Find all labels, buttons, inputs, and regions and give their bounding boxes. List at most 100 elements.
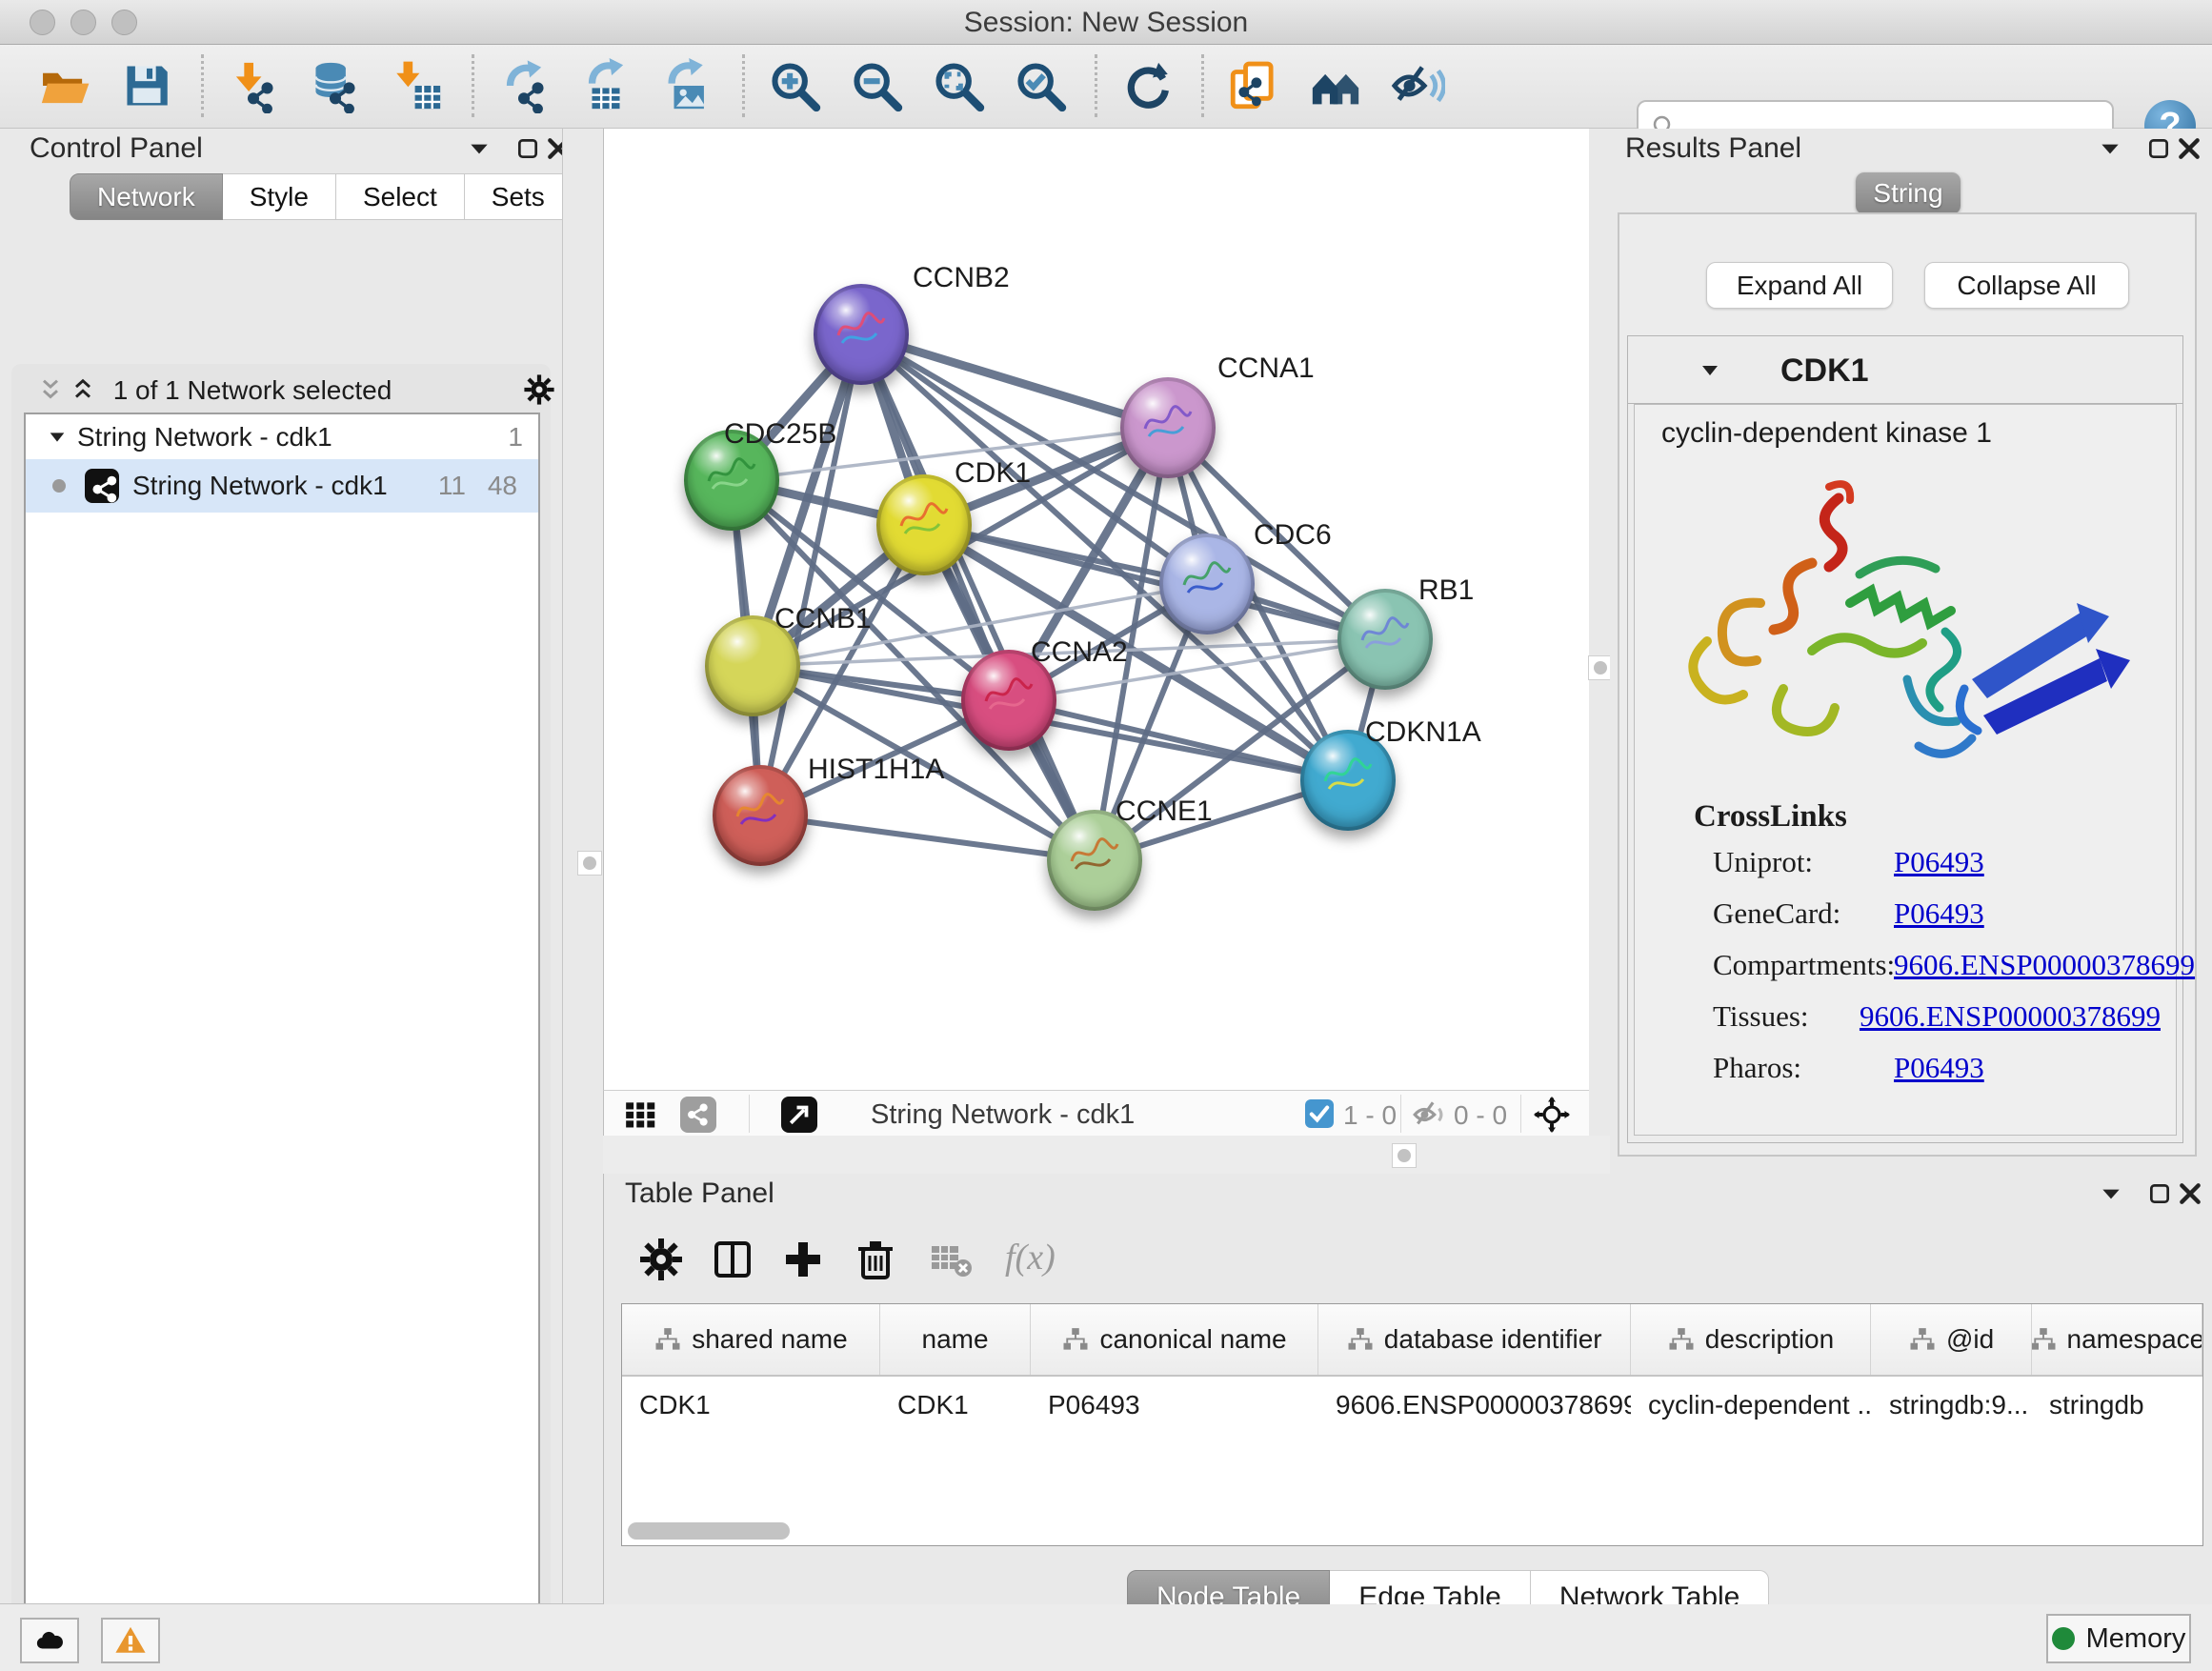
table-panel-close-icon[interactable] xyxy=(2178,1181,2202,1211)
crosslink-link[interactable]: P06493 xyxy=(1894,845,1984,879)
preview-sphere-icon[interactable] xyxy=(1472,58,1527,113)
export-network-icon[interactable] xyxy=(496,58,552,113)
cell-name[interactable]: CDK1 xyxy=(880,1377,1031,1434)
zoom-out-icon[interactable] xyxy=(849,58,904,113)
edge-CCNB2-HIST1H1A[interactable] xyxy=(760,334,861,815)
column-header-description[interactable]: description xyxy=(1631,1304,1872,1375)
control-panel-menu-icon[interactable] xyxy=(467,136,492,166)
import-network-icon[interactable] xyxy=(226,58,281,113)
grid-view-icon[interactable] xyxy=(623,1097,659,1133)
collapse-all-button[interactable]: Collapse All xyxy=(1924,262,2129,309)
table-delete-icon[interactable] xyxy=(853,1237,898,1282)
table-add-icon[interactable] xyxy=(780,1237,826,1282)
export-image-icon[interactable] xyxy=(660,58,715,113)
network-selection-status: 1 of 1 Network selected xyxy=(11,375,493,406)
cell-canonical-name[interactable]: P06493 xyxy=(1031,1377,1318,1434)
protein-thumbnail xyxy=(978,671,1039,724)
column-header-namespace[interactable]: namespace xyxy=(2032,1304,2202,1375)
tab-network[interactable]: Network xyxy=(70,173,223,220)
table-panel-float-icon[interactable] xyxy=(2147,1181,2172,1211)
network-name: String Network - cdk1 xyxy=(132,471,388,501)
network-tree-row[interactable]: String Network - cdk1 11 48 xyxy=(26,459,538,513)
cell--id[interactable]: stringdb:9... xyxy=(1872,1377,2032,1434)
results-panel-close-icon[interactable] xyxy=(2177,136,2202,166)
crosslink-link[interactable]: P06493 xyxy=(1894,896,1984,931)
column-header-shared-name[interactable]: shared name xyxy=(622,1304,880,1375)
network-status-dot xyxy=(52,479,66,493)
birds-eye-crosshair-icon[interactable] xyxy=(1534,1097,1570,1133)
results-panel-menu-icon[interactable] xyxy=(2098,136,2122,166)
column-header-canonical-name[interactable]: canonical name xyxy=(1031,1304,1318,1375)
tree-column-icon xyxy=(1908,1325,1937,1354)
refresh-layout-icon[interactable] xyxy=(1119,58,1175,113)
import-database-icon[interactable] xyxy=(308,58,363,113)
copy-documents-icon[interactable] xyxy=(1226,58,1281,113)
home-networks-icon[interactable] xyxy=(1308,58,1363,113)
crosslink-row: Pharos:P06493 xyxy=(1713,1051,2161,1102)
node-CCNA1[interactable] xyxy=(1120,377,1216,478)
open-external-icon[interactable] xyxy=(781,1097,817,1133)
selected-checkbox-icon[interactable] xyxy=(1305,1099,1334,1128)
hidden-eye-icon[interactable] xyxy=(1412,1097,1448,1133)
gene-section-header[interactable]: CDK1 xyxy=(1628,336,2182,404)
node-HIST1H1A[interactable] xyxy=(713,765,808,866)
control-panel: Control Panel NetworkStyleSelectSets 1 o… xyxy=(0,129,562,1604)
network-tree: String Network - cdk1 1 String Network -… xyxy=(24,413,540,1671)
zoom-in-icon[interactable] xyxy=(767,58,822,113)
crosslink-link[interactable]: 9606.ENSP00000378699 xyxy=(1860,999,2161,1034)
table-row[interactable]: CDK1CDK1P064939606.ENSP00000378699cyclin… xyxy=(622,1377,2202,1434)
table-columns-icon[interactable] xyxy=(710,1237,755,1282)
network-badge-icon[interactable] xyxy=(680,1097,716,1133)
edge-HIST1H1A-CCNE1[interactable] xyxy=(760,815,1095,860)
crosslink-row: Compartments:9606.ENSP00000378699 xyxy=(1713,948,2161,999)
tab-sets[interactable]: Sets xyxy=(465,173,573,220)
open-session-icon[interactable] xyxy=(37,58,92,113)
zoom-fit-icon[interactable] xyxy=(931,58,986,113)
tab-string[interactable]: String xyxy=(1856,172,1961,214)
save-session-icon[interactable] xyxy=(119,58,174,113)
section-collapse-icon[interactable] xyxy=(1699,359,1721,382)
node-CDC6[interactable] xyxy=(1159,534,1255,634)
cell-description[interactable]: cyclin-dependent ... xyxy=(1631,1377,1872,1434)
title-bar: Session: New Session xyxy=(0,0,2212,45)
cell-shared-name[interactable]: CDK1 xyxy=(622,1377,880,1434)
horizontal-splitter-handle[interactable] xyxy=(1392,1143,1417,1168)
table-panel-menu-icon[interactable] xyxy=(2099,1181,2123,1211)
tree-collapse-icon[interactable] xyxy=(47,427,68,448)
network-canvas[interactable]: CCNB2CCNA1CDC25BCDK1CDC6RB1CCNB1CCNA2CDK… xyxy=(603,129,1590,1090)
crosslink-link[interactable]: 9606.ENSP00000378699 xyxy=(1894,948,2195,982)
left-splitter-handle[interactable] xyxy=(577,851,602,876)
main-toolbar: ? xyxy=(0,45,2212,129)
zoom-selected-icon[interactable] xyxy=(1013,58,1068,113)
node-CCNB2[interactable] xyxy=(814,284,909,385)
network-options-gear-icon[interactable] xyxy=(523,373,555,406)
export-table-icon[interactable] xyxy=(578,58,633,113)
import-table-icon[interactable] xyxy=(390,58,445,113)
column-label: database identifier xyxy=(1384,1324,1602,1355)
crosslink-link[interactable]: P06493 xyxy=(1894,1051,1984,1085)
expand-all-button[interactable]: Expand All xyxy=(1706,262,1893,309)
results-panel-float-icon[interactable] xyxy=(2146,136,2171,166)
right-splitter[interactable] xyxy=(1589,129,1610,1136)
memory-button[interactable]: Memory xyxy=(2046,1614,2191,1663)
tab-style[interactable]: Style xyxy=(223,173,336,220)
cloud-status-button[interactable] xyxy=(20,1618,79,1663)
node-CDK1[interactable] xyxy=(876,474,972,575)
tree-column-icon xyxy=(654,1325,682,1354)
current-network-title: String Network - cdk1 xyxy=(871,1099,1135,1131)
table-h-scrollbar[interactable] xyxy=(628,1522,790,1540)
cell-database-identifier[interactable]: 9606.ENSP00000378699 xyxy=(1318,1377,1631,1434)
cell-namespace[interactable]: stringdb xyxy=(2032,1377,2202,1434)
table-gear-icon[interactable] xyxy=(638,1237,684,1282)
hide-unhide-icon[interactable] xyxy=(1390,58,1445,113)
column-header-name[interactable]: name xyxy=(880,1304,1031,1375)
gene-name: CDK1 xyxy=(1780,352,1869,390)
column-header-database-identifier[interactable]: database identifier xyxy=(1318,1304,1631,1375)
window-title: Session: New Session xyxy=(0,7,2212,39)
control-panel-float-icon[interactable] xyxy=(515,136,540,166)
tab-select[interactable]: Select xyxy=(336,173,465,220)
network-selection-bar: 1 of 1 Network selected xyxy=(11,369,551,411)
warning-status-button[interactable] xyxy=(101,1618,160,1663)
column-header--id[interactable]: @id xyxy=(1871,1304,2031,1375)
network-tree-root-row[interactable]: String Network - cdk1 1 xyxy=(26,414,538,459)
